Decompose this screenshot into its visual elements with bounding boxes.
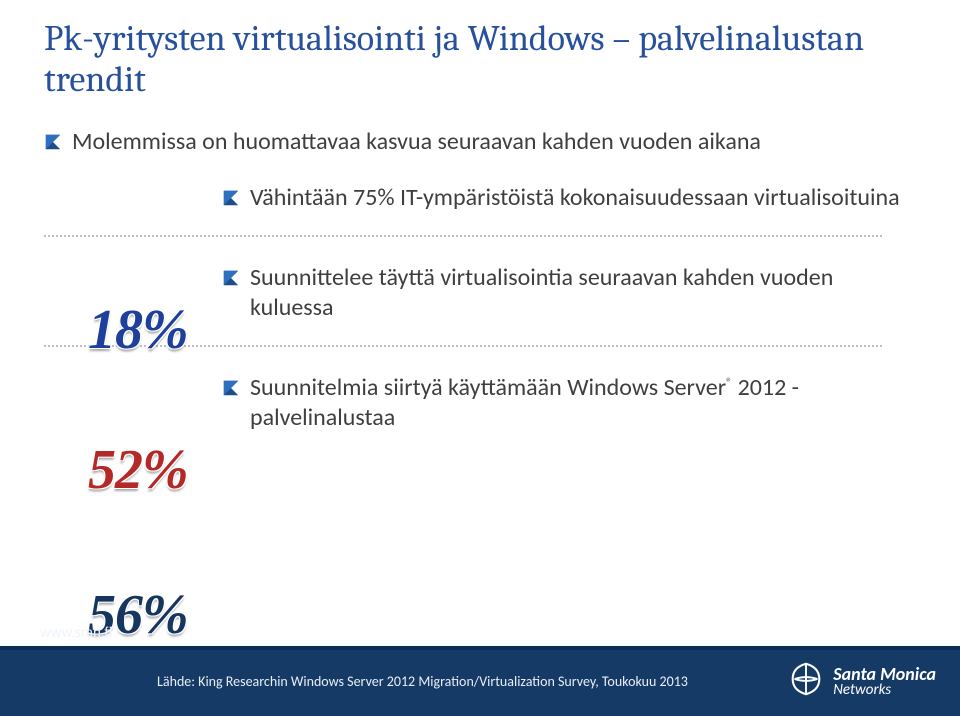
footer-url: www.smn.fi	[40, 624, 112, 642]
page-title: Pk-yritysten virtualisointi ja Windows –…	[44, 18, 916, 101]
bullet-icon	[44, 133, 62, 151]
stat-percent-1: 18%	[88, 298, 188, 362]
bullet-icon	[222, 269, 240, 287]
footer-source: Lähde: King Researchin Windows Server 20…	[157, 673, 688, 690]
stat-text-3a: Suunnitelmia siirtyä käyttämään Windows …	[250, 373, 726, 402]
bullet-icon	[222, 379, 240, 397]
stat-row-3: Suunnitelmia siirtyä käyttämään Windows …	[44, 373, 916, 433]
stat-percent-2: 52%	[88, 438, 188, 502]
stat-text-3: Suunnitelmia siirtyä käyttämään Windows …	[250, 373, 916, 433]
intro-bullet: Molemmissa on huomattavaa kasvua seuraav…	[44, 127, 916, 157]
stat-row-1: Vähintään 75% IT-ympäristöistä kokonaisu…	[44, 183, 916, 213]
stat-text-1: Vähintään 75% IT-ympäristöistä kokonaisu…	[250, 183, 900, 213]
stat-text-2: Suunnittelee täyttä virtualisointia seur…	[250, 263, 916, 323]
slide: Pk-yritysten virtualisointi ja Windows –…	[0, 0, 960, 716]
footer-divider	[0, 646, 960, 650]
footer-logo: Santa Monica Networks	[787, 660, 936, 703]
content-area: Molemmissa on huomattavaa kasvua seuraav…	[44, 127, 916, 433]
logo-icon	[787, 660, 825, 703]
divider	[44, 235, 882, 237]
logo-text: Santa Monica Networks	[833, 665, 936, 698]
brand-line3: Networks	[833, 683, 936, 698]
footer-bar: www.smn.fi Lähde: King Researchin Window…	[0, 646, 960, 716]
bullet-icon	[222, 189, 240, 207]
intro-text: Molemmissa on huomattavaa kasvua seuraav…	[72, 127, 761, 157]
